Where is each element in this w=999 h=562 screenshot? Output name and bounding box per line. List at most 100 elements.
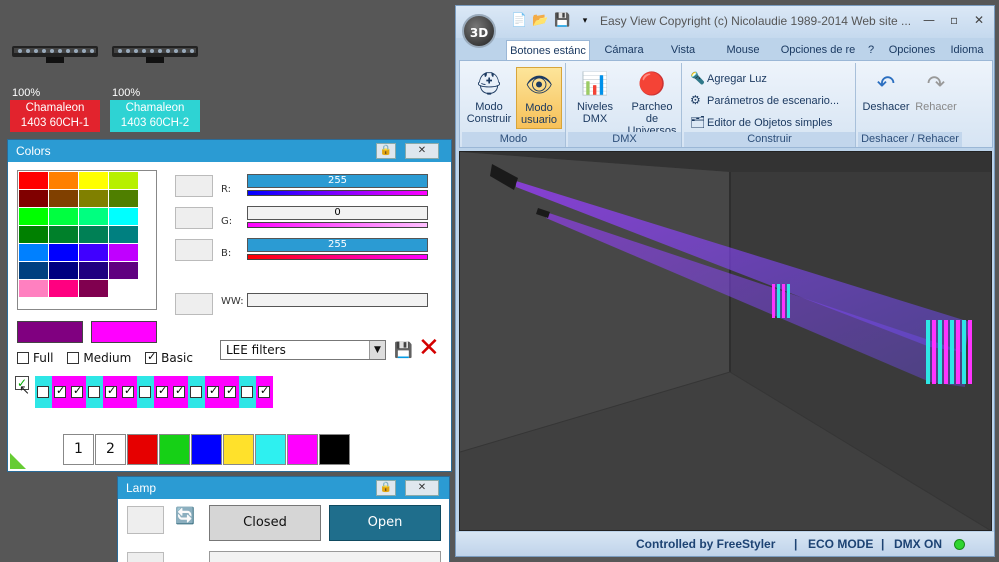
maximize-icon[interactable]: ▫ [950, 13, 958, 27]
modo-usuario-button[interactable]: 👁 Modo usuario [516, 67, 562, 129]
tab-vista[interactable]: Vista [663, 40, 703, 60]
r-channel-button[interactable] [175, 175, 213, 197]
color-grid-cell[interactable] [109, 226, 138, 243]
color-grid-cell[interactable] [49, 226, 78, 243]
mini-strip-checkbox[interactable] [156, 384, 168, 398]
save-icon[interactable]: 💾 [394, 340, 413, 360]
color-grid-cell[interactable] [109, 190, 138, 207]
mini-strip-checkbox[interactable] [241, 386, 253, 398]
quick-access-menu-icon[interactable]: ▾ [577, 13, 593, 29]
lamp-panel-titlebar[interactable]: Lamp 🔒 ✕ [118, 477, 449, 499]
color-grid-cell[interactable] [109, 172, 138, 189]
color-swatch[interactable] [127, 434, 158, 465]
color-grid-cell[interactable] [79, 226, 108, 243]
color-grid-cell[interactable] [19, 190, 48, 207]
agregar-luz-button[interactable]: 🔦 Agregar Luz [690, 69, 767, 87]
tab-opciones-render[interactable]: Opciones de re [776, 40, 860, 60]
modo-construir-button[interactable]: ⛑ Modo Construir [466, 67, 512, 129]
g-channel-button[interactable] [175, 207, 213, 229]
color-grid-cell[interactable] [79, 208, 108, 225]
color-grid-cell[interactable] [19, 172, 48, 189]
basic-checkbox[interactable] [145, 350, 158, 364]
g-value-slider[interactable]: 0 [247, 206, 428, 220]
niveles-dmx-button[interactable]: 📊 Niveles DMX [572, 67, 618, 129]
color-swatch[interactable]: 1 [63, 434, 94, 465]
color-swatch[interactable] [287, 434, 318, 465]
save-icon[interactable]: 💾 [554, 13, 570, 29]
open-folder-icon[interactable]: 📂 [532, 13, 548, 29]
window-titlebar[interactable]: 📄 📂 💾 ▾ Easy View Copyright (c) Nicolaud… [456, 6, 994, 38]
medium-checkbox[interactable] [67, 351, 80, 364]
r-gradient-track[interactable] [247, 190, 428, 196]
parametros-escenario-button[interactable]: ⚙ Parámetros de escenario... [690, 91, 839, 109]
full-checkbox[interactable] [17, 351, 29, 364]
color-grid-cell[interactable] [109, 262, 138, 279]
mini-strip-checkbox[interactable] [105, 384, 117, 398]
color-grid-cell[interactable] [19, 244, 48, 261]
b-gradient-track[interactable] [247, 254, 428, 260]
app-orb-button[interactable]: 3D [462, 14, 496, 48]
color-swatch[interactable] [223, 434, 254, 465]
mini-strip-cell[interactable] [86, 376, 103, 408]
color-grid-cell[interactable] [109, 208, 138, 225]
color-swatch[interactable] [191, 434, 222, 465]
mini-strip-checkbox[interactable] [207, 384, 219, 398]
filter-select[interactable]: LEE filters ▼ [220, 340, 386, 360]
mini-strip-checkbox[interactable] [37, 386, 49, 398]
mini-strip-checkbox[interactable] [173, 384, 185, 398]
color-grid-cell[interactable] [79, 280, 108, 297]
mini-strip-cell[interactable] [171, 376, 188, 408]
chevron-down-icon[interactable]: ▼ [369, 341, 385, 359]
b-channel-button[interactable] [175, 239, 213, 261]
r-value-slider[interactable]: 255 [247, 174, 428, 188]
colors-panel-titlebar[interactable]: Colors 🔒 ✕ [8, 140, 451, 162]
editor-objetos-button[interactable]: 🗂 Editor de Objetos simples [690, 113, 832, 131]
mini-strip-checkbox[interactable] [71, 384, 83, 398]
lamp-channel-button[interactable] [127, 506, 164, 534]
color-swatch[interactable] [159, 434, 190, 465]
tab-camara[interactable]: Cámara [599, 40, 649, 60]
ww-channel-button[interactable] [175, 293, 213, 315]
tab-help[interactable]: ? [864, 40, 878, 60]
color-grid-cell[interactable] [19, 262, 48, 279]
color-grid-cell[interactable] [109, 280, 138, 297]
lamp-closed-button[interactable]: Closed [209, 505, 321, 541]
parcheo-universos-button[interactable]: 🔴 Parcheo de Universos [624, 67, 680, 137]
mini-strip-checkbox[interactable] [258, 384, 270, 398]
lamp-extra-button[interactable] [127, 552, 164, 562]
mini-strip-cell[interactable] [188, 376, 205, 408]
color-grid-cell[interactable] [109, 244, 138, 261]
mini-strip-cell[interactable] [256, 376, 273, 408]
close-icon[interactable]: ✕ [405, 143, 439, 159]
g-gradient-track[interactable] [247, 222, 428, 228]
color-grid-cell[interactable] [19, 208, 48, 225]
3d-viewport[interactable] [459, 151, 992, 531]
color-grid-cell[interactable] [49, 244, 78, 261]
tab-mouse[interactable]: Mouse [718, 40, 768, 60]
minimize-icon[interactable]: — [923, 13, 935, 27]
mini-strip-cell[interactable] [120, 376, 137, 408]
tab-botones[interactable]: Botones estánc [506, 40, 590, 60]
color-grid-cell[interactable] [49, 208, 78, 225]
mini-strip-checkbox[interactable] [54, 384, 66, 398]
mini-strip-cell[interactable] [52, 376, 69, 408]
mini-strip-cell[interactable] [222, 376, 239, 408]
tab-idioma[interactable]: Idioma [944, 40, 990, 60]
lamp-open-button[interactable]: Open [329, 505, 441, 541]
mini-strip-checkbox[interactable] [224, 384, 236, 398]
lock-icon[interactable]: 🔒 [376, 480, 396, 496]
delete-icon[interactable]: ✕ [418, 335, 444, 361]
color-swatch[interactable] [255, 434, 286, 465]
window-close-icon[interactable]: ✕ [974, 13, 984, 27]
color-grid-cell[interactable] [79, 262, 108, 279]
color-swatch[interactable] [319, 434, 350, 465]
color-grid-cell[interactable] [79, 190, 108, 207]
color-swatch[interactable]: 2 [95, 434, 126, 465]
mini-strip-cell[interactable] [154, 376, 171, 408]
close-icon[interactable]: ✕ [405, 480, 439, 496]
color-grid-cell[interactable] [49, 280, 78, 297]
ww-value-slider[interactable] [247, 293, 428, 307]
new-document-icon[interactable]: 📄 [511, 13, 527, 29]
rehacer-button[interactable]: ↷ Rehacer [912, 67, 960, 129]
b-value-slider[interactable]: 255 [247, 238, 428, 252]
